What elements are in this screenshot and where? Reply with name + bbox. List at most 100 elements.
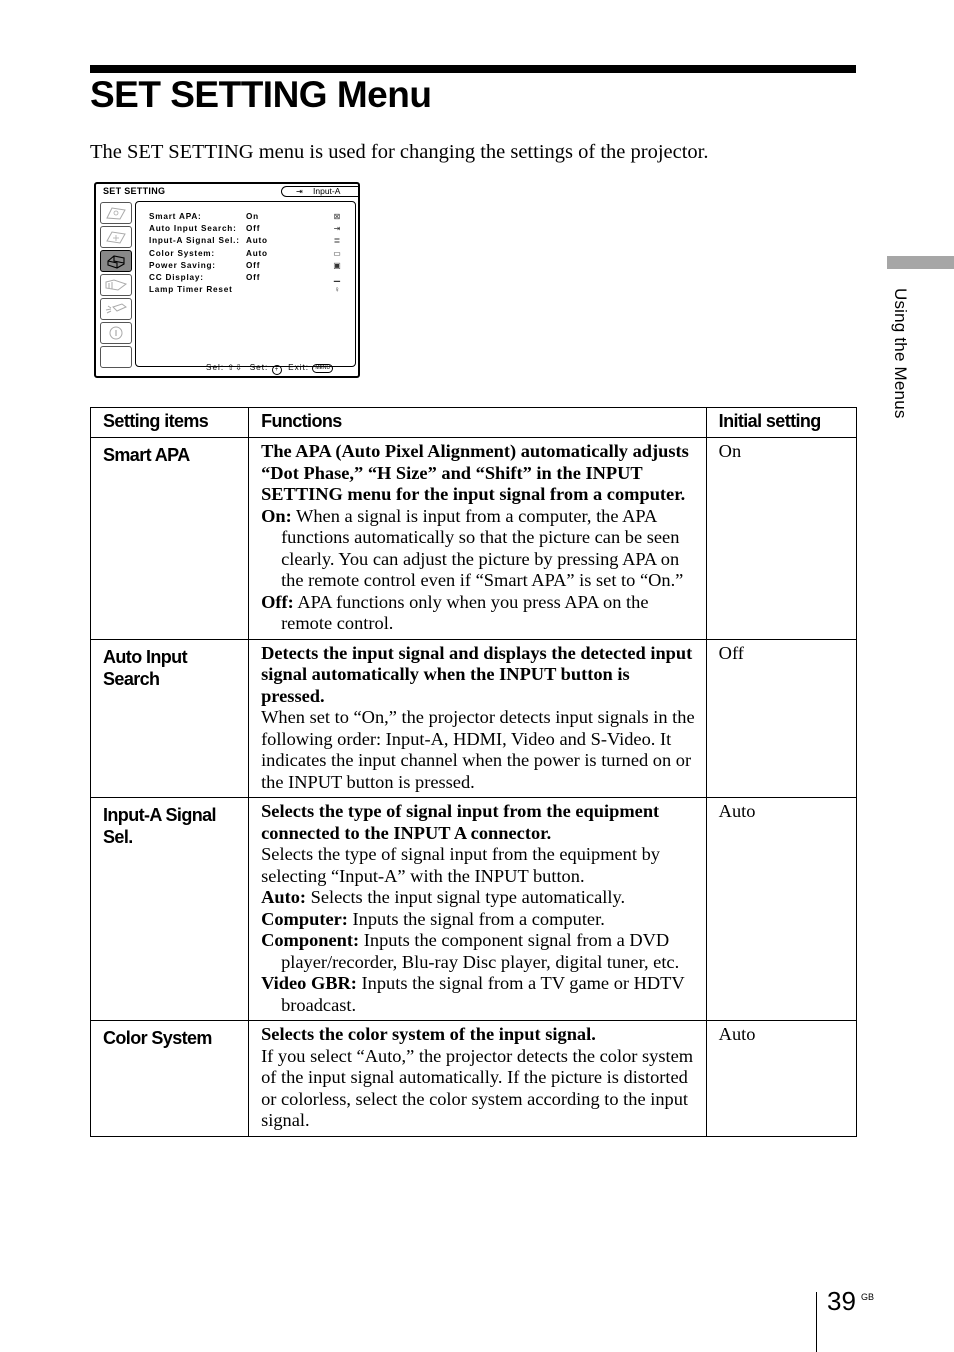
menu-row-value: Auto: [246, 249, 268, 258]
intro-text: The SET SETTING menu is used for changin…: [90, 141, 709, 163]
menu-tab-strip: [100, 202, 134, 370]
menu-row-power-saving[interactable]: Power Saving: Off: [149, 261, 260, 271]
enter-key-icon: +: [271, 365, 282, 375]
menu-row-name: CC Display:: [149, 273, 204, 282]
menu-footer: Sel: ⇧⇩ Set: + Exit: MENU: [206, 362, 334, 375]
smart-apa-icon: ⊠: [333, 212, 341, 221]
function-option: Off: APA functions only when you press A…: [261, 592, 696, 635]
menu-screenshot: SET SETTING ⇥ Input-A Smart APA: On Auto …: [94, 182, 360, 378]
setting-function: Selects the color system of the input si…: [248, 1020, 707, 1137]
setting-item-name: Input-A Signal Sel.: [89, 797, 250, 1021]
signal-select-icon: ≣: [333, 236, 341, 245]
menu-row-value: Off: [246, 224, 261, 233]
header-setting-items: Setting items: [89, 407, 250, 438]
page-number: 39: [827, 1286, 856, 1316]
tab-installation[interactable]: [100, 298, 132, 320]
function-summary: Selects the color system of the input si…: [261, 1024, 596, 1044]
option-label: Auto:: [261, 887, 307, 907]
option-label: On:: [261, 505, 292, 526]
setting-item-name: Color System: [89, 1020, 250, 1137]
cc-display-icon: ▁: [333, 273, 341, 282]
tab-picture[interactable]: [100, 202, 132, 224]
setting-function: Selects the type of signal input from th…: [248, 797, 707, 1021]
option-text: When a signal is input from a computer, …: [281, 505, 684, 591]
tab-input-setting[interactable]: [100, 226, 132, 248]
table-row: Input-A Signal Sel. Selects the type of s…: [89, 797, 858, 1021]
menu-row-lamp-timer-reset[interactable]: Lamp Timer Reset: [149, 285, 246, 295]
section-tab-marker: [887, 256, 954, 269]
initial-setting-value: Auto: [705, 797, 858, 1021]
menu-row-input-a-signal-sel[interactable]: Input-A Signal Sel.: Auto: [149, 236, 268, 246]
page-number-rule: [816, 1292, 817, 1352]
setting-function: Detects the input signal and displays th…: [248, 638, 707, 798]
auto-input-search-icon: ⇥: [333, 224, 341, 233]
initial-setting-value: Auto: [705, 1020, 858, 1137]
menu-row-value: On: [246, 212, 259, 221]
input-indicator: ⇥ Input-A: [281, 186, 359, 197]
menu-panel: Smart APA: On Auto Input Search: Off Input…: [135, 201, 356, 367]
settings-table: Setting items Functions Initial setting …: [89, 407, 858, 1137]
menu-title: SET SETTING: [103, 186, 166, 196]
option-text: APA functions only when you press APA on…: [281, 591, 649, 634]
function-option: Component: Inputs the component signal f…: [261, 930, 696, 973]
function-description: Selects the type of signal input from th…: [261, 844, 660, 886]
menu-row-smart-apa[interactable]: Smart APA: On: [149, 212, 259, 222]
information-icon: [109, 326, 123, 340]
table-row: Smart APA The APA (Auto Pixel Alignment) …: [89, 437, 858, 640]
menu-row-name: Power Saving:: [149, 261, 216, 270]
tab-menu-setting[interactable]: [100, 274, 132, 296]
color-system-icon: ▭: [333, 249, 341, 258]
menu-row-value: Off: [246, 273, 261, 282]
set-setting-icon: [107, 255, 125, 269]
function-summary: The APA (Auto Pixel Alignment) automatic…: [261, 441, 689, 504]
option-text: Selects the input signal type automatica…: [310, 887, 626, 907]
function-description: When set to “On,” the projector detects …: [261, 707, 695, 792]
tab-set-setting[interactable]: [100, 250, 132, 272]
function-option: Video GBR: Inputs the signal from a TV g…: [261, 973, 696, 1016]
function-option: Computer: Inputs the signal from a compu…: [261, 909, 696, 931]
tab-blank[interactable]: [100, 346, 132, 368]
installation-icon: [105, 303, 127, 314]
function-option: On: When a signal is input from a comput…: [261, 506, 696, 592]
menu-row-name: Smart APA:: [149, 212, 202, 221]
set-label: Set:: [249, 363, 269, 372]
function-summary: Selects the type of signal input from th…: [261, 801, 660, 843]
table-row: Color System Selects the color system of …: [89, 1020, 858, 1137]
setting-item-name: Auto Input Search: [89, 638, 250, 798]
input-setting-icon: [106, 231, 126, 244]
sel-label: Sel:: [206, 363, 225, 372]
function-option: Auto: Selects the input signal type auto…: [261, 887, 696, 909]
table-row: Auto Input Search Detects the input signa…: [89, 638, 858, 798]
menu-row-color-system[interactable]: Color System: Auto: [149, 249, 268, 259]
menu-setting-icon: [105, 279, 128, 291]
header-initial-setting: Initial setting: [705, 407, 858, 438]
option-label: Video GBR:: [261, 973, 357, 993]
page-region-code: GB: [861, 1292, 875, 1302]
power-saving-icon: ▣: [333, 261, 341, 270]
initial-setting-value: Off: [705, 638, 858, 798]
exit-label: Exit:: [288, 363, 310, 372]
picture-icon: [106, 207, 126, 220]
menu-row-value: Off: [246, 261, 261, 270]
initial-setting-value: On: [705, 437, 858, 640]
tab-information[interactable]: [100, 322, 132, 344]
option-label: Computer:: [261, 908, 348, 929]
menu-row-value: Auto: [246, 236, 268, 245]
input-arrow-icon: ⇥: [296, 187, 303, 196]
page-title: SET SETTING Menu: [90, 74, 432, 115]
menu-row-name: Color System:: [149, 249, 215, 258]
header-functions: Functions: [248, 407, 707, 438]
option-label: Component:: [261, 930, 360, 950]
function-description: If you select “Auto,” the projector dete…: [261, 1045, 694, 1131]
menu-row-cc-display[interactable]: CC Display: Off: [149, 273, 260, 283]
up-down-arrow-icon: ⇧⇩: [227, 363, 244, 372]
menu-row-auto-input-search[interactable]: Auto Input Search: Off: [149, 224, 260, 234]
menu-key-icon: MENU: [312, 364, 334, 373]
input-indicator-label: Input-A: [313, 186, 341, 196]
table-header-row: Setting items Functions Initial setting: [89, 407, 858, 438]
setting-function: The APA (Auto Pixel Alignment) automatic…: [248, 437, 707, 640]
function-summary: Detects the input signal and displays th…: [261, 642, 693, 706]
option-text: Inputs the signal from a computer.: [352, 908, 605, 929]
setting-item-name: Smart APA: [89, 437, 250, 640]
menu-row-name: Auto Input Search:: [149, 224, 237, 233]
